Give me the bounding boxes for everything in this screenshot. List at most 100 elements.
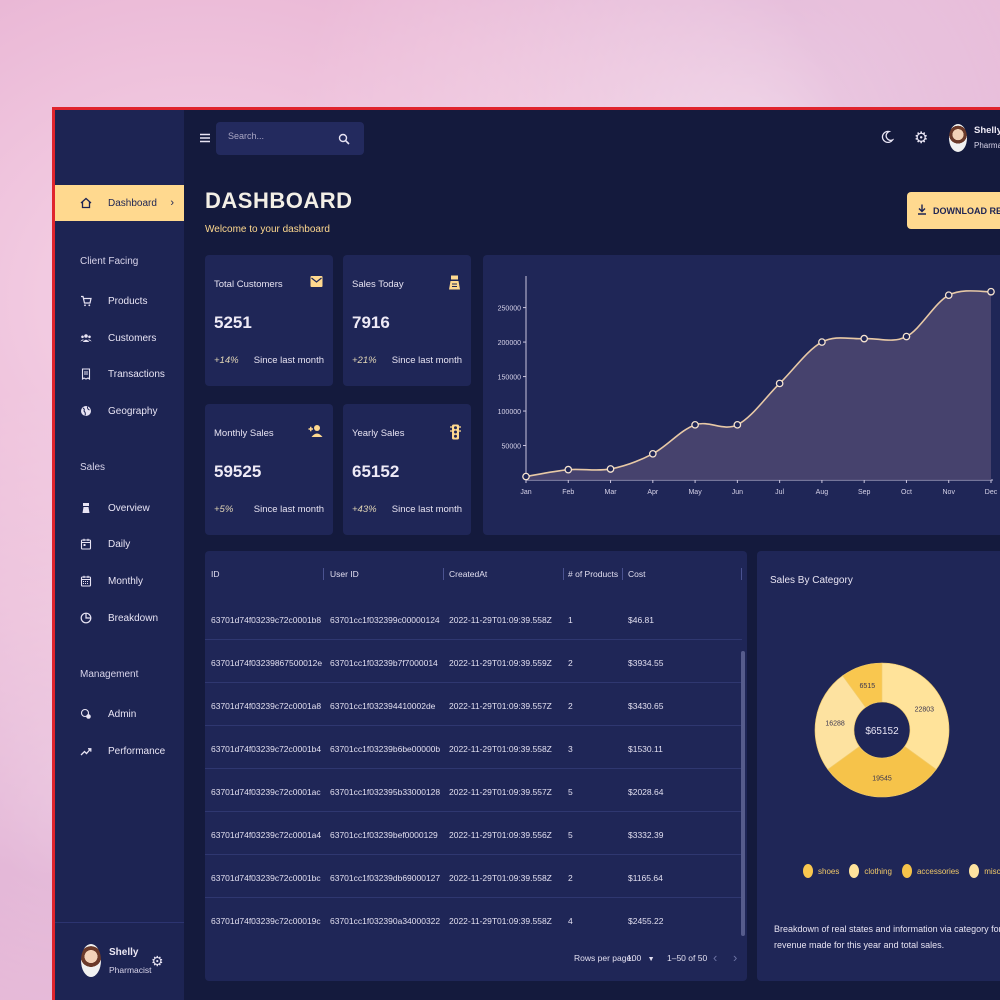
x-tick-label: Mar [605, 489, 618, 496]
stat-title: Monthly Sales [214, 428, 274, 439]
stat-card-total-customers: Total Customers 5251 +14% Since last mon… [205, 255, 333, 386]
sidebar-item-overview[interactable]: Overview [55, 490, 184, 526]
column-header-id[interactable]: ID [211, 569, 220, 579]
y-tick-label: 50000 [502, 444, 522, 451]
sidebar-item-breakdown[interactable]: Breakdown [55, 600, 184, 636]
stat-card-yearly-sales: Yearly Sales 65152 +43% Since last month [343, 404, 471, 535]
legend-item-misc[interactable]: misc [969, 864, 1000, 878]
table-row[interactable]: 63701d74f03239c72c0001ac 63701cc1f032395… [205, 769, 742, 812]
point-of-sale-icon [79, 501, 93, 515]
column-header-cost[interactable]: Cost [628, 569, 645, 579]
sales-chart-panel: 250000 200000 150000 100000 50000 Jan Feb Mar Ap… [483, 255, 1000, 535]
cell-id: 63701d74f03239c72c0001b8 [211, 615, 322, 625]
cell-id: 63701d74f03239c72c0001bc [211, 873, 321, 883]
search-icon[interactable] [338, 132, 350, 150]
sidebar-item-products[interactable]: Products [55, 283, 184, 319]
cell-cost: $3332.39 [628, 830, 664, 840]
stat-change: +5% [214, 504, 234, 515]
data-point [733, 420, 742, 429]
x-tick-label: Jan [520, 489, 531, 496]
topbar: ⚙ Shelly Pharmaci [184, 110, 1000, 166]
table-row[interactable]: 63701d74f03239c72c0001a8 63701cc1f032394… [205, 683, 742, 726]
legend-item-clothing[interactable]: clothing [849, 864, 892, 878]
page-subtitle: Welcome to your dashboard [205, 224, 330, 235]
sidebar-item-dashboard[interactable]: Dashboard › [55, 185, 184, 221]
sidebar-user[interactable]: Shelly Pharmacist ⚙ [55, 922, 184, 1000]
donut-legend: shoes clothing accessories misc [803, 864, 1000, 878]
shopping-cart-icon [79, 294, 93, 308]
column-separator[interactable] [323, 568, 324, 580]
table-scrollbar[interactable] [741, 651, 745, 936]
stat-title: Total Customers [214, 279, 283, 290]
sidebar-item-transactions[interactable]: Transactions [55, 356, 184, 392]
sidebar-item-label: Products [108, 295, 148, 307]
sidebar-item-geography[interactable]: Geography [55, 393, 184, 429]
cell-cost: $3934.55 [628, 658, 664, 668]
y-tick-label: 100000 [498, 409, 521, 416]
settings-gear-icon[interactable]: ⚙ [914, 128, 928, 148]
cell-id: 63701d74f03239c72c00019c [211, 916, 321, 926]
download-report-button[interactable]: DOWNLOAD REPOR [907, 192, 1000, 229]
y-tick-label: 250000 [498, 306, 521, 313]
sidebar-item-monthly[interactable]: Monthly [55, 563, 184, 599]
column-separator[interactable] [741, 568, 742, 580]
column-separator[interactable] [443, 568, 444, 580]
data-point [648, 449, 657, 458]
column-header-user-id[interactable]: User ID [330, 569, 359, 579]
sidebar-item-daily[interactable]: Daily [55, 526, 184, 562]
download-label: DOWNLOAD REPOR [933, 205, 1000, 216]
sidebar-item-label: Overview [108, 502, 150, 514]
sidebar-item-admin[interactable]: Admin [55, 696, 184, 732]
legend-item-accessories[interactable]: accessories [901, 864, 959, 878]
traffic-light-icon [450, 424, 461, 443]
data-point [606, 465, 615, 473]
cell-created-at: 2022-11-29T01:09:39.556Z [449, 830, 552, 840]
category-donut-chart: 6515 22803 19545 16288 $65152 [814, 662, 950, 798]
globe-icon [79, 404, 93, 418]
column-separator[interactable] [563, 568, 564, 580]
table-row[interactable]: 63701d74f03239c72c0001b4 63701cc1f03239b… [205, 726, 742, 769]
menu-icon[interactable] [200, 130, 210, 143]
donut-slice-clothing[interactable] [881, 662, 950, 770]
sidebar-item-performance[interactable]: Performance [55, 733, 184, 769]
topbar-avatar[interactable] [949, 124, 967, 152]
rows-per-page-select[interactable]: 100 ▼ [627, 953, 655, 963]
search-bar [216, 122, 364, 155]
sidebar-item-customers[interactable]: Customers [55, 320, 184, 356]
x-tick-label: Jun [732, 489, 743, 496]
download-icon [917, 204, 927, 217]
next-page-icon[interactable]: › [733, 950, 737, 965]
dark-mode-icon[interactable] [880, 130, 895, 149]
person-add-icon [308, 424, 323, 440]
cell-created-at: 2022-11-29T01:09:39.558Z [449, 744, 552, 754]
column-header-products[interactable]: # of Products [568, 569, 618, 579]
column-separator[interactable] [622, 568, 623, 580]
table-row[interactable]: 63701d74f03239c72c0001bc 63701cc1f03239d… [205, 855, 742, 898]
table-row[interactable]: 63701d74f03239c72c0001a4 63701cc1f03239b… [205, 812, 742, 855]
y-tick-label: 150000 [498, 375, 521, 382]
stat-value: 5251 [214, 313, 252, 332]
data-point [860, 334, 869, 343]
cell-user-id: 63701cc1f03239db69000127 [330, 873, 441, 883]
cell-products: 2 [568, 701, 573, 711]
calendar-day-icon [79, 537, 93, 551]
app-window: Dashboard › Client Facing Products Custo… [52, 107, 1000, 1000]
stat-since: Since last month [253, 355, 324, 366]
caret-down-icon: ▼ [647, 956, 655, 963]
sidebar-item-label: Admin [108, 708, 137, 720]
cell-id: 63701d74f03239c72c0001ac [211, 787, 321, 797]
x-tick-label: Sep [858, 489, 871, 496]
section-label-sales: Sales [80, 462, 106, 473]
table-header: ID User ID CreatedAt # of Products Cost [205, 551, 747, 599]
column-header-created-at[interactable]: CreatedAt [449, 569, 487, 579]
legend-item-shoes[interactable]: shoes [803, 864, 839, 878]
previous-page-icon[interactable]: ‹ [713, 950, 717, 965]
search-input[interactable] [228, 131, 328, 141]
table-row[interactable]: 63701d74f03239c72c00019c 63701cc1f032390… [205, 898, 742, 941]
cell-created-at: 2022-11-29T01:09:39.557Z [449, 787, 552, 797]
stat-change: +43% [352, 504, 377, 515]
table-row[interactable]: 63701d74f03239c72c0001b8 63701cc1f032399… [205, 597, 742, 640]
section-label-management: Management [80, 669, 139, 680]
gear-icon[interactable]: ⚙ [151, 953, 164, 970]
table-row[interactable]: 63701d74f03239867500012e 63701cc1f03239b… [205, 640, 742, 683]
